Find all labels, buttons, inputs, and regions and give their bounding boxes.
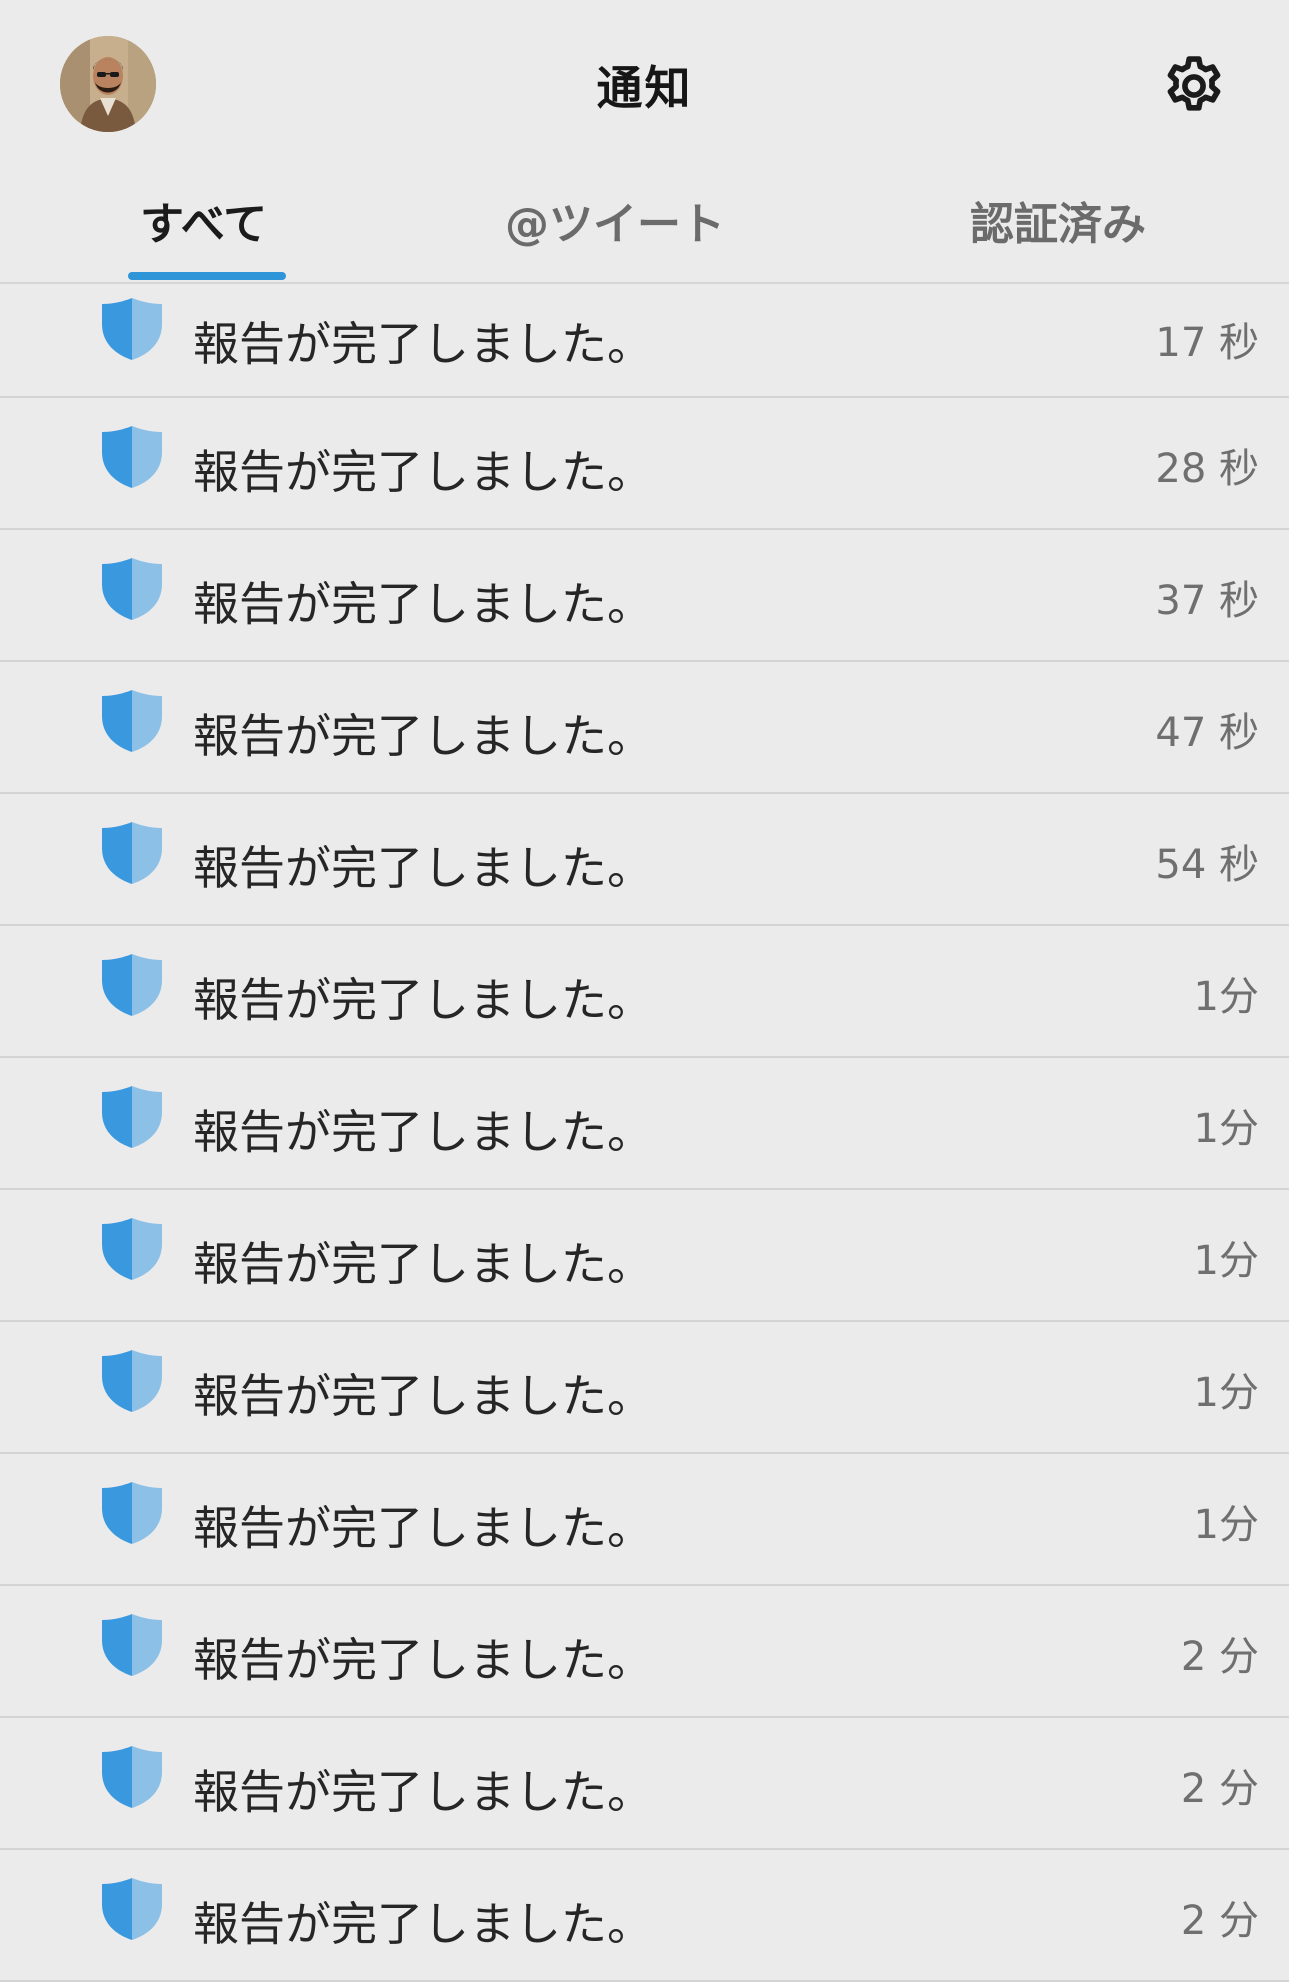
notification-time: 1分 (1193, 1370, 1259, 1416)
notification-message: 報告が完了しました。 (193, 709, 653, 763)
notification-row[interactable]: 報告が完了しました。 54 秒 (0, 794, 1289, 926)
notification-time: 1分 (1193, 974, 1259, 1020)
active-tab-indicator (128, 272, 286, 280)
page-title: 通知 (596, 61, 693, 115)
shield-icon (100, 1348, 164, 1412)
shield-icon (100, 1216, 164, 1280)
notification-message: 報告が完了しました。 (193, 1237, 653, 1291)
notification-time: 28 秒 (1155, 446, 1259, 492)
shield-icon (100, 296, 164, 360)
notification-row[interactable]: 報告が完了しました。 2 分 (0, 1586, 1289, 1718)
notification-message: 報告が完了しました。 (193, 1765, 653, 1819)
tab-verified[interactable]: 認証済み (970, 188, 1146, 252)
notification-time: 2 分 (1180, 1634, 1259, 1680)
notification-time: 1分 (1193, 1238, 1259, 1284)
notification-time: 1分 (1193, 1502, 1259, 1548)
notification-time: 1分 (1193, 1106, 1259, 1152)
notification-row[interactable]: 報告が完了しました。 1分 (0, 926, 1289, 1058)
notification-message: 報告が完了しました。 (193, 1369, 653, 1423)
notification-time: 2 分 (1180, 1898, 1259, 1944)
shield-icon (100, 1744, 164, 1808)
notification-message: 報告が完了しました。 (193, 445, 653, 499)
notification-row[interactable]: 報告が完了しました。 37 秒 (0, 530, 1289, 662)
tab-bar: すべて @ツイート 認証済み (0, 160, 1289, 284)
notification-time: 47 秒 (1155, 710, 1259, 756)
shield-icon (100, 688, 164, 752)
notification-row[interactable]: 報告が完了しました。 2 分 (0, 1718, 1289, 1850)
notification-row[interactable]: 報告が完了しました。 17 秒 (0, 284, 1289, 398)
notification-row[interactable]: 報告が完了しました。 1分 (0, 1454, 1289, 1586)
notification-time: 37 秒 (1155, 578, 1259, 624)
shield-icon (100, 1612, 164, 1676)
notification-time: 2 分 (1180, 1766, 1259, 1812)
shield-icon (100, 424, 164, 488)
notification-row[interactable]: 報告が完了しました。 1分 (0, 1322, 1289, 1454)
notification-message: 報告が完了しました。 (193, 577, 653, 631)
tab-mentions[interactable]: @ツイート (505, 188, 725, 252)
notification-message: 報告が完了しました。 (193, 1501, 653, 1555)
shield-icon (100, 1084, 164, 1148)
shield-icon (100, 1876, 164, 1940)
shield-icon (100, 1480, 164, 1544)
notification-message: 報告が完了しました。 (193, 973, 653, 1027)
notification-message: 報告が完了しました。 (193, 841, 653, 895)
shield-icon (100, 820, 164, 884)
notification-time: 54 秒 (1155, 842, 1259, 888)
notification-message: 報告が完了しました。 (193, 1633, 653, 1687)
notification-message: 報告が完了しました。 (193, 1105, 653, 1159)
notification-row[interactable]: 報告が完了しました。 47 秒 (0, 662, 1289, 794)
shield-icon (100, 556, 164, 620)
notification-row[interactable]: 報告が完了しました。 1分 (0, 1058, 1289, 1190)
notification-message: 報告が完了しました。 (193, 1897, 653, 1951)
header-bar: 通知 (0, 0, 1289, 160)
notification-list: 報告が完了しました。 17 秒報告が完了しました。 28 秒報告が完了しました。 37… (0, 284, 1289, 1982)
settings-button[interactable] (1160, 52, 1228, 120)
notification-row[interactable]: 報告が完了しました。 1分 (0, 1190, 1289, 1322)
tab-all[interactable]: すべて (140, 188, 267, 252)
notification-message: 報告が完了しました。 (193, 317, 653, 371)
gear-icon (1167, 56, 1221, 111)
notification-row[interactable]: 報告が完了しました。 28 秒 (0, 398, 1289, 530)
shield-icon (100, 952, 164, 1016)
notification-row[interactable]: 報告が完了しました。 2 分 (0, 1850, 1289, 1982)
notification-time: 17 秒 (1155, 320, 1259, 366)
